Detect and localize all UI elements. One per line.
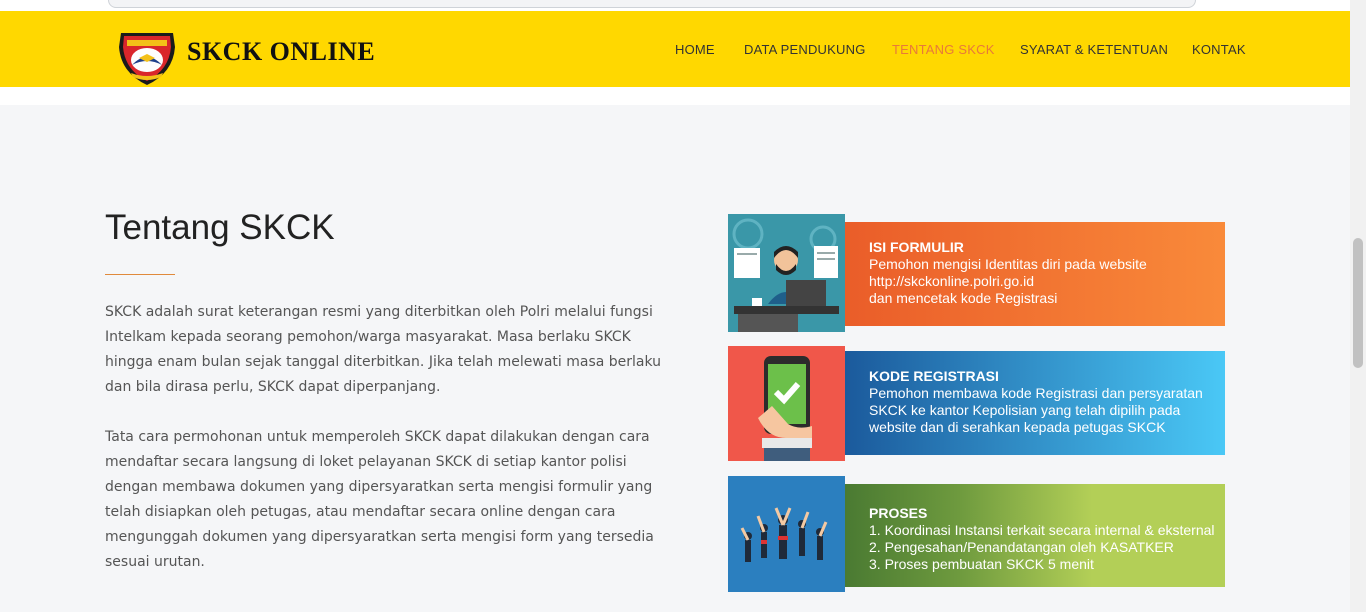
about-paragraph-1: SKCK adalah surat keterangan resmi yang … bbox=[105, 304, 662, 395]
nav-item-kontak[interactable]: KONTAK bbox=[1192, 42, 1246, 57]
step-description: Pemohon membawa kode Registrasi dan pers… bbox=[869, 385, 1203, 435]
developer-illustration-icon bbox=[728, 214, 845, 332]
step-card-proses: PROSES 1. Koordinasi Instansi terkait se… bbox=[728, 476, 1225, 592]
step-title: ISI FORMULIR bbox=[869, 239, 964, 255]
step-title: KODE REGISTRASI bbox=[869, 368, 999, 384]
navbar: SKCK ONLINE HOME DATA PENDUKUNG TENTANG … bbox=[0, 11, 1350, 87]
phone-check-illustration-icon bbox=[728, 346, 845, 461]
address-bar[interactable] bbox=[108, 0, 1196, 8]
nav-item-home[interactable]: HOME bbox=[675, 42, 715, 57]
page-scrollbar[interactable] bbox=[1350, 0, 1366, 612]
team-celebration-illustration-icon bbox=[728, 476, 845, 592]
step-title: PROSES bbox=[869, 505, 928, 521]
step-description: Pemohon mengisi Identitas diri pada webs… bbox=[869, 256, 1147, 306]
step-description: 1. Koordinasi Instansi terkait secara in… bbox=[869, 522, 1215, 572]
step-card-isi-formulir: ISI FORMULIR Pemohon mengisi Identitas d… bbox=[728, 214, 1225, 332]
nav-item-tentang-skck[interactable]: TENTANG SKCK bbox=[892, 42, 995, 57]
title-divider bbox=[105, 274, 175, 275]
nav-item-syarat-ketentuan[interactable]: SYARAT & KETENTUAN bbox=[1020, 42, 1168, 57]
brand-name[interactable]: SKCK ONLINE bbox=[187, 37, 375, 67]
scrollbar-thumb[interactable] bbox=[1353, 238, 1363, 368]
step-card-kode-registrasi: KODE REGISTRASI Pemohon membawa kode Reg… bbox=[728, 346, 1225, 462]
browser-top-strip bbox=[0, 0, 1350, 11]
nav-item-data-pendukung[interactable]: DATA PENDUKUNG bbox=[744, 42, 866, 57]
page-title: Tentang SKCK bbox=[105, 208, 335, 247]
navbar-bottom-strip bbox=[0, 87, 1350, 105]
about-paragraph-2: Tata cara permohonan untuk memperoleh SK… bbox=[105, 429, 654, 570]
police-badge-logo-icon[interactable] bbox=[115, 27, 179, 94]
